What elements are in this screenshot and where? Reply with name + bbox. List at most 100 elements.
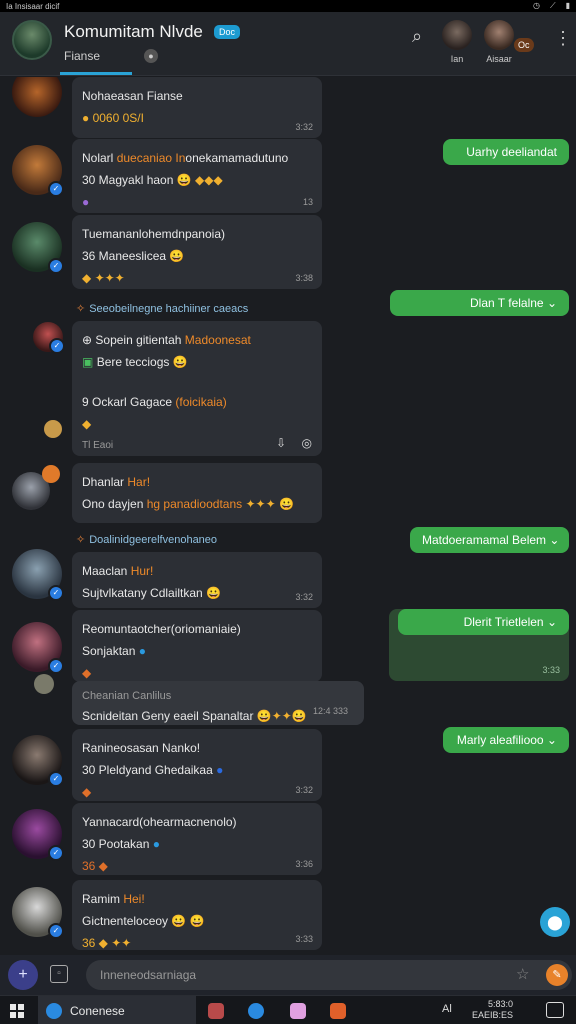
- message-reactions: ◆ ✦✦✦: [82, 271, 125, 285]
- message-text: Ranineosasan Nanko!: [82, 741, 201, 755]
- language-indicator[interactable]: Al: [442, 1003, 452, 1015]
- message-time: 3:32: [295, 122, 313, 132]
- verified-icon: ✓: [48, 845, 64, 861]
- download-icon[interactable]: ⇩: [276, 436, 286, 450]
- message-text: Yannacard(ohearmacnenolo): [82, 815, 237, 829]
- quote-text: Scnideitan Geny eaeil Spanaltar: [82, 709, 254, 723]
- message-text: 30 Pleldyand Ghedaikaa: [82, 763, 213, 777]
- system-clock[interactable]: 5:83:0 EAEIB:ES: [472, 999, 513, 1021]
- sender-tag: Har!: [127, 475, 151, 489]
- chat-header: Komumitam Nlvde Doc Fianse ● ⌕ Ian Aisaa…: [0, 12, 576, 76]
- avatar[interactable]: ✓: [12, 145, 64, 197]
- message-text: 9 Ockarl Gagace: [82, 395, 176, 409]
- verified-icon: ✓: [48, 181, 64, 197]
- message-bubble[interactable]: Maaclan Hur! Sujtvlkatany Cdlailtkan 😀 3…: [72, 552, 322, 608]
- info-icon: ✧: [76, 303, 86, 315]
- windows-start-icon[interactable]: [10, 1004, 24, 1018]
- app-icon: [46, 1002, 62, 1019]
- status-text: Ia Insisaar dicif: [6, 1, 60, 11]
- avatar[interactable]: ✓: [12, 549, 64, 601]
- message-time: 3:36: [295, 859, 313, 869]
- avatar: [442, 20, 472, 50]
- outgoing-message[interactable]: Matdoeramamal Belem ⌄: [410, 527, 569, 553]
- message-bubble[interactable]: Ranineosasan Nanko! 30 Pleldyand Ghedaik…: [72, 729, 322, 801]
- microphone-icon[interactable]: ✎: [546, 964, 568, 986]
- group-title[interactable]: Komumitam Nlvde: [64, 22, 203, 42]
- sender-tag: (foicikaia): [175, 395, 227, 409]
- group-avatar[interactable]: [12, 20, 52, 60]
- sticker-icon[interactable]: ▫: [50, 965, 68, 983]
- message-bubble[interactable]: Nohaeasan Fianse ● 0060 0S/I 3:32: [72, 77, 322, 138]
- outgoing-message[interactable]: Marly aleafiliooo ⌄: [443, 727, 569, 753]
- message-text: Sonjaktan: [82, 644, 136, 658]
- more-options-icon[interactable]: ◎: [302, 436, 312, 450]
- photos-icon[interactable]: [290, 1003, 306, 1019]
- avatar[interactable]: [44, 420, 62, 438]
- verified-icon: ✓: [48, 585, 64, 601]
- header-user-2[interactable]: Aisaar: [482, 20, 516, 64]
- sender-tag: Madoonesat: [184, 333, 251, 347]
- sender-name: Ramim: [82, 892, 124, 906]
- message-bubble[interactable]: Ramim Hei! Gictnenteloceoy 😀 😀 36 ◆ ✦✦ 3…: [72, 880, 322, 950]
- more-menu-icon[interactable]: ⋮: [554, 28, 572, 49]
- member-count-badge: Oc: [514, 38, 534, 52]
- reaction-icon: ●: [82, 195, 90, 209]
- search-icon[interactable]: ⌕: [412, 26, 422, 47]
- sender-name: Sopein gitientah: [95, 333, 185, 347]
- message-bubble[interactable]: Reomuntaotcher(oriomaniaie) Sonjaktan ● …: [72, 610, 322, 682]
- verified-icon: ✓: [48, 258, 64, 274]
- outgoing-message[interactable]: Uarhy deeliandat: [443, 139, 569, 165]
- chrome-icon[interactable]: [330, 1003, 346, 1019]
- tab-active[interactable]: Fianse: [64, 49, 100, 63]
- emoji: 😀: [169, 249, 185, 263]
- message-bubble[interactable]: Nolarl duecaniao Inonekamamadutuno 30 Ma…: [72, 139, 322, 213]
- sender-name: Dhanlar: [82, 475, 128, 489]
- status-bar: Ia Insisaar dicif ◷ ⟋ ▮: [0, 0, 576, 12]
- outgoing-message[interactable]: Dlan T felalne ⌄: [390, 290, 569, 316]
- outgoing-message[interactable]: Dlerit Trietlelen ⌄: [398, 609, 569, 635]
- emoji: 😀: [206, 586, 222, 600]
- browser-icon[interactable]: [248, 1003, 264, 1019]
- tab-status-icon: ●: [144, 49, 158, 63]
- message-text: Ono dayjen: [82, 497, 147, 511]
- avatar[interactable]: ✓: [12, 222, 64, 274]
- header-user-1[interactable]: Ian: [440, 20, 474, 64]
- add-attachment-button[interactable]: +: [8, 960, 38, 990]
- message-time: 12:4 333: [312, 706, 348, 716]
- avatar[interactable]: ✓: [12, 622, 64, 674]
- message-text: Bere tecciogs: [96, 355, 170, 369]
- avatar: [484, 20, 514, 50]
- message-list[interactable]: Nohaeasan Fianse ● 0060 0S/I 3:32 Uarhy …: [0, 77, 576, 955]
- message-bubble[interactable]: Yannacard(ohearmacnenolo) 30 Pootakan ● …: [72, 803, 322, 875]
- avatar[interactable]: [12, 77, 62, 117]
- system-notice: ✧ Seeobeilnegne hachiiner caeacs: [76, 303, 249, 315]
- message-text: onekamamadutuno: [185, 151, 289, 165]
- message-bubble[interactable]: Tuemananlohemdnpanoia) 36 Maneeslicea 😀 …: [72, 215, 322, 289]
- message-text: Nohaeasan Fianse: [82, 89, 183, 103]
- star-icon[interactable]: ☆: [516, 965, 529, 983]
- system-notice: ✧ Doalinidgeerelfvenohaneo: [76, 534, 218, 546]
- verified-icon: ✓: [48, 771, 64, 787]
- battery-icon: ▮: [565, 1, 570, 10]
- quote-author: Cheanian Canlilus: [82, 690, 172, 702]
- avatar[interactable]: ✓: [12, 887, 64, 939]
- message-bubble[interactable]: Dhanlar Har! Ono dayjen hg panadioodtans…: [72, 463, 322, 523]
- notification-icon[interactable]: [546, 1002, 564, 1018]
- message-input[interactable]: [86, 960, 572, 990]
- emoji: ●: [138, 644, 146, 658]
- taskbar-app-active[interactable]: Conenese: [38, 996, 196, 1024]
- reply-quote[interactable]: Cheanian Canlilus Scnideitan Geny eaeil …: [72, 681, 364, 725]
- calendar-icon[interactable]: [208, 1003, 224, 1019]
- message-time: 3:33: [542, 665, 560, 675]
- message-text: Sujtvlkatany Cdlailtkan: [82, 586, 203, 600]
- emoji: 😀 ◆◆◆: [176, 173, 223, 187]
- emoji: 😀✦✦😀: [256, 709, 307, 723]
- avatar[interactable]: ✓: [12, 735, 64, 787]
- location-icon[interactable]: ⬤: [540, 907, 570, 937]
- avatar[interactable]: ✓: [12, 809, 64, 861]
- message-bubble[interactable]: ⊕ Sopein gitientah Madoonesat ▣ Bere tec…: [72, 321, 322, 456]
- avatar[interactable]: [34, 674, 54, 694]
- avatar[interactable]: ✓: [33, 322, 65, 354]
- info-icon: ✧: [76, 534, 86, 546]
- verified-icon: ✓: [48, 923, 64, 939]
